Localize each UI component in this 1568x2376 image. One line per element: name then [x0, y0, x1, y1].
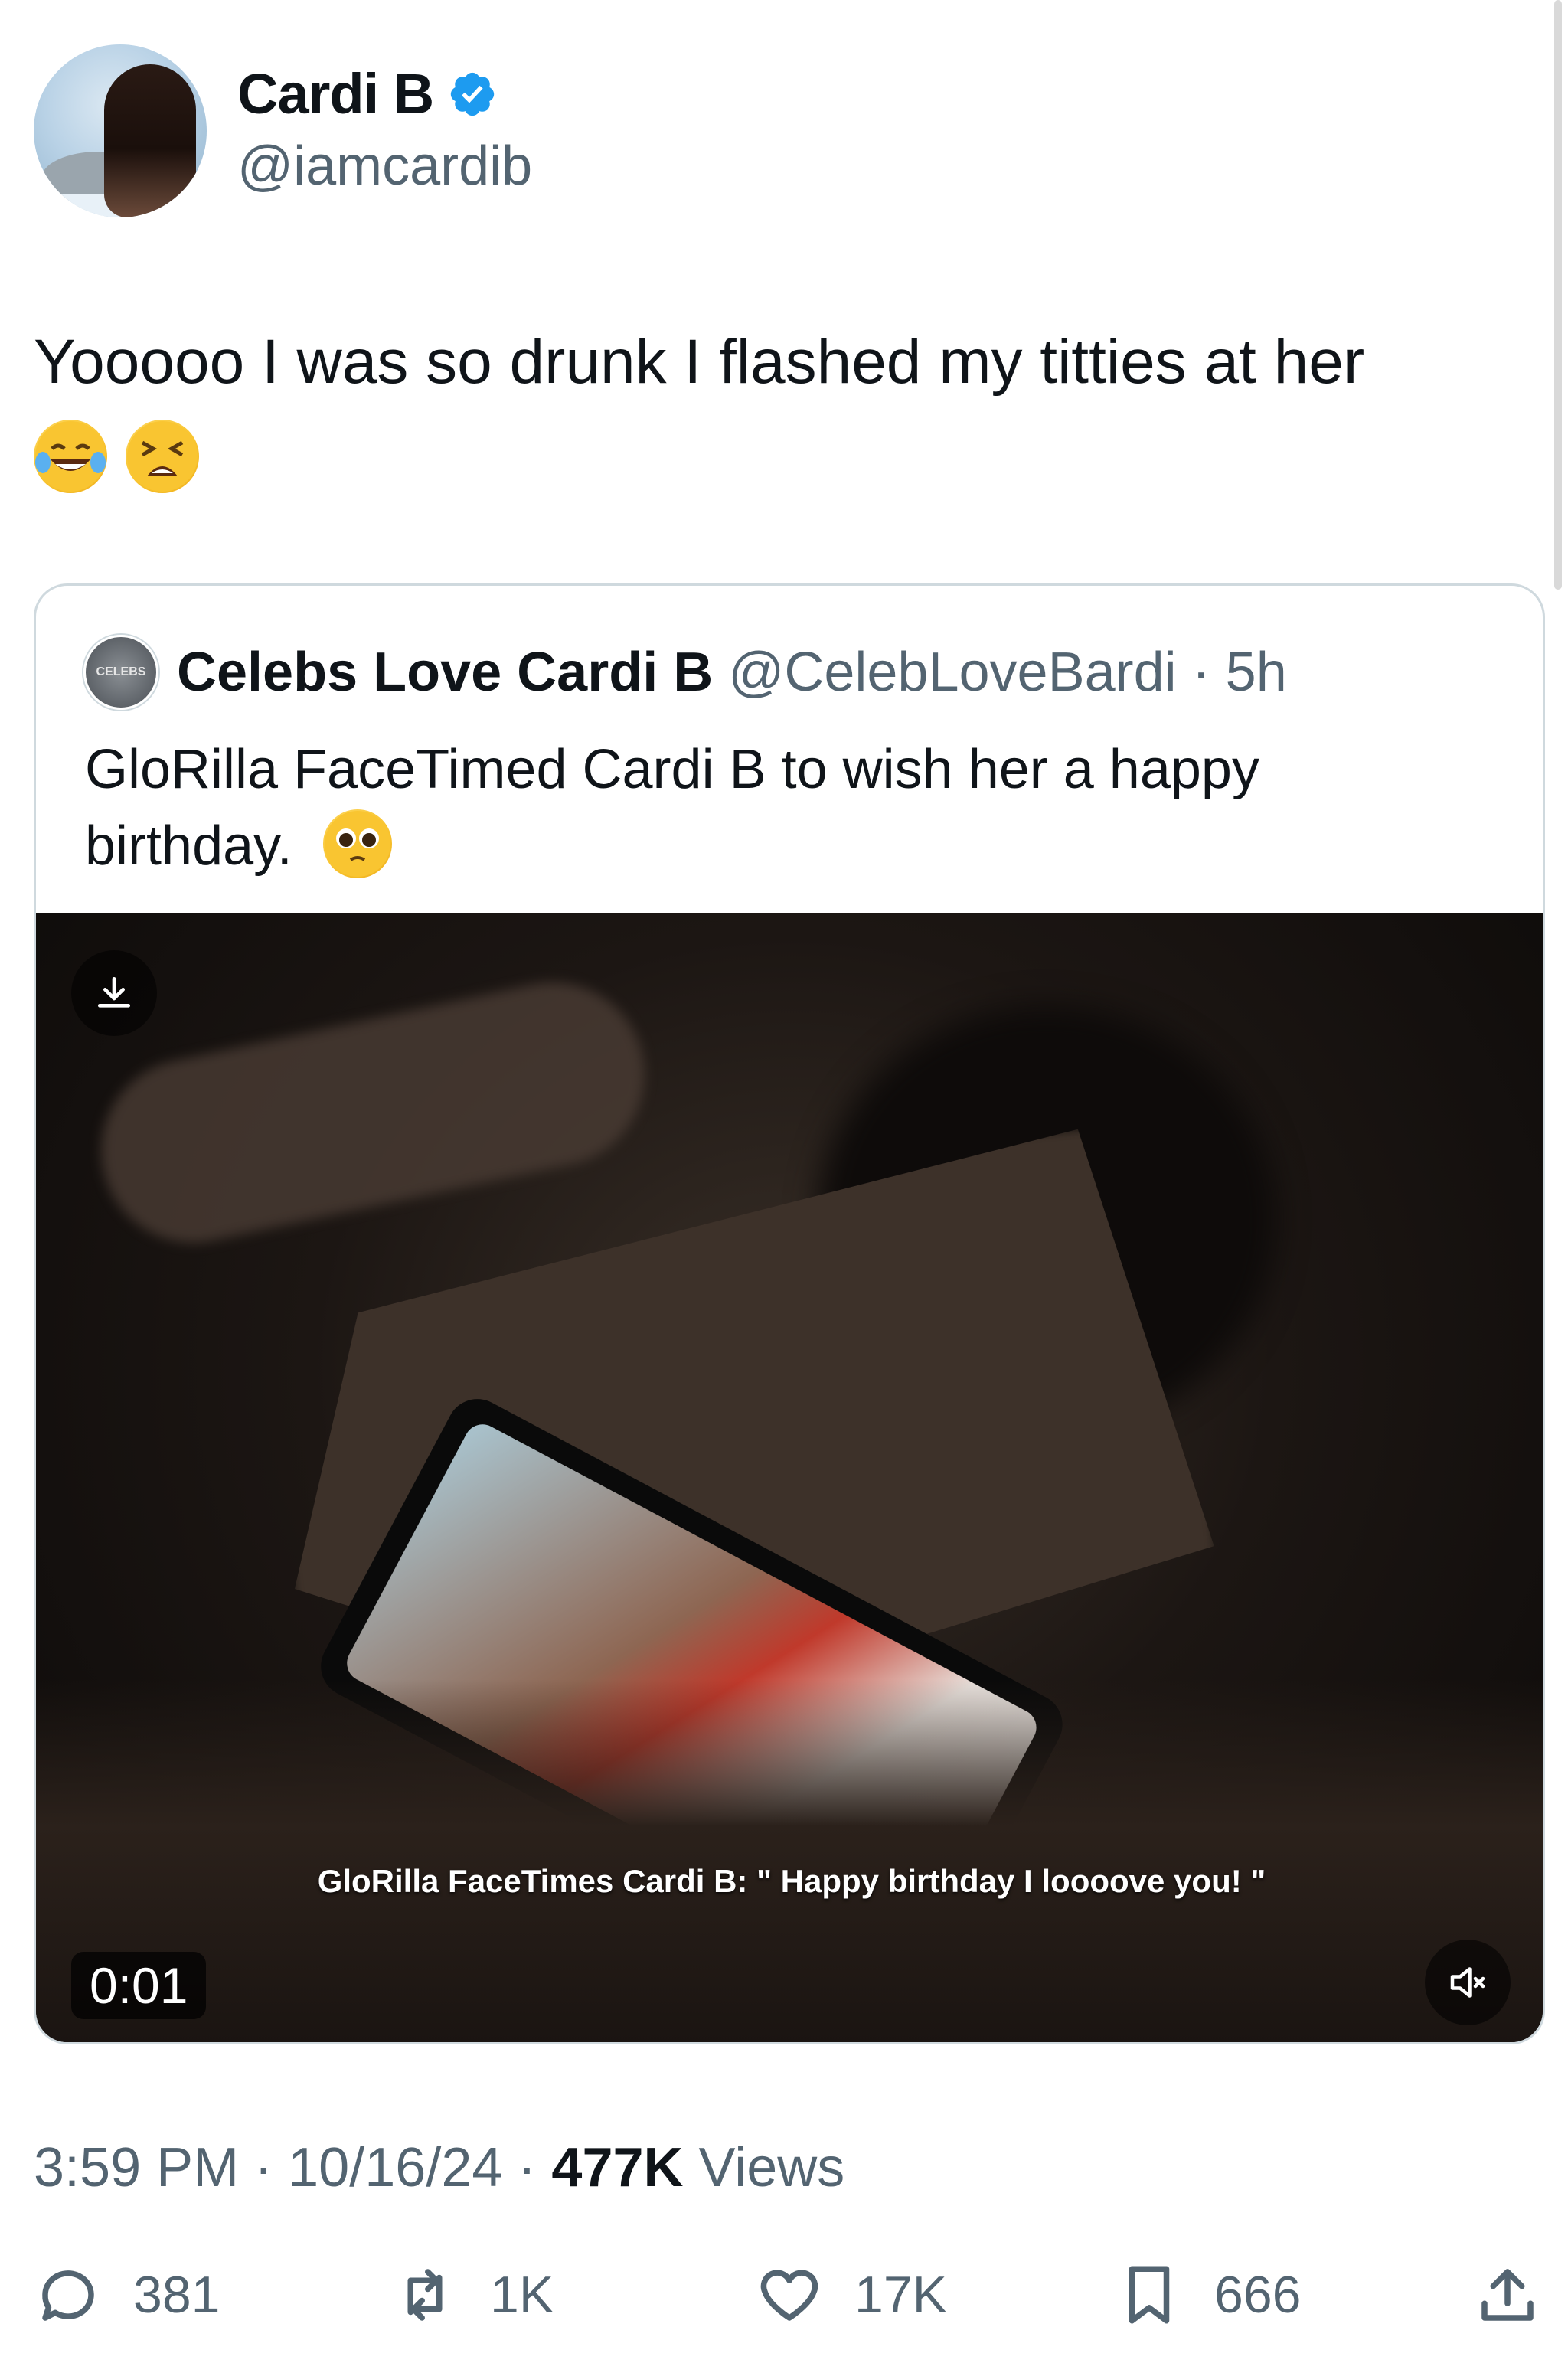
face-with-tears-of-joy-icon — [34, 420, 107, 493]
verified-badge-icon — [450, 72, 495, 116]
quoted-timestamp[interactable]: 5h — [1226, 642, 1287, 703]
heart-icon — [760, 2270, 818, 2321]
quoted-author-handle[interactable]: @CelebLoveBardi — [728, 642, 1176, 703]
share-button[interactable] — [1473, 2260, 1542, 2329]
tweet-meta: 3:59 PM · 10/16/24 · 477K Views — [34, 2136, 844, 2199]
quoted-dot-separator: · — [1191, 642, 1210, 703]
quoted-text: GloRilla FaceTimed Cardi B to wish her a… — [85, 739, 1259, 877]
avatar-figure — [104, 64, 196, 217]
tweet-emoji-row — [34, 420, 199, 493]
tweet-time[interactable]: 3:59 PM — [34, 2137, 239, 2198]
like-button[interactable]: 17K — [755, 2260, 947, 2329]
bookmark-button[interactable]: 666 — [1115, 2260, 1301, 2329]
speaker-muted-icon — [1450, 1967, 1485, 1998]
views-count: 477K — [551, 2137, 684, 2198]
reply-button[interactable]: 381 — [34, 2260, 220, 2329]
tweet-date[interactable]: 10/16/24 — [288, 2137, 502, 2198]
reply-count: 381 — [133, 2266, 220, 2324]
repost-icon — [407, 2269, 443, 2321]
pleading-face-icon — [322, 809, 392, 878]
download-button[interactable] — [71, 950, 157, 1036]
video-blur-shape — [83, 965, 662, 1260]
bookmark-count: 666 — [1214, 2266, 1302, 2324]
download-icon — [98, 977, 131, 1008]
author-handle[interactable]: @iamcardib — [237, 135, 532, 198]
quoted-tweet-card[interactable]: CELEBS Celebs Love Cardi B @CelebLoveBar… — [34, 583, 1545, 2044]
tweet-text: Yooooo I was so drunk I flashed my titti… — [34, 327, 1365, 397]
repost-count: 1K — [490, 2266, 554, 2324]
author-avatar[interactable] — [34, 44, 207, 217]
bookmark-icon — [1129, 2266, 1170, 2324]
quoted-author-name[interactable]: Celebs Love Cardi B — [177, 642, 713, 703]
quoted-header: Celebs Love Cardi B @CelebLoveBardi · 5h — [177, 641, 1287, 704]
meta-separator: · — [254, 2137, 289, 2198]
like-count: 17K — [854, 2266, 947, 2324]
video-timer: 0:01 — [71, 1952, 207, 2019]
tweet-detail-page: Cardi B @iamcardib Yooooo I was so drunk… — [0, 0, 1568, 2376]
quoted-avatar[interactable]: CELEBS — [83, 635, 158, 710]
video-player[interactable]: GloRilla FaceTimes Cardi B: " Happy birt… — [36, 913, 1543, 2042]
meta-separator: · — [518, 2137, 552, 2198]
repost-button[interactable]: 1K — [390, 2260, 554, 2329]
quoted-avatar-text: CELEBS — [96, 665, 146, 678]
video-caption: GloRilla FaceTimes Cardi B: " Happy birt… — [317, 1863, 1266, 1899]
author-name[interactable]: Cardi B — [237, 61, 434, 126]
share-icon — [1481, 2269, 1534, 2321]
action-bar: 381 1K 17K 666 — [0, 2260, 1568, 2337]
author-name-row[interactable]: Cardi B — [237, 61, 498, 126]
mute-button[interactable] — [1425, 1940, 1511, 2025]
scrollbar[interactable] — [1554, 0, 1562, 590]
views-label: Views — [698, 2137, 845, 2198]
video-foreground — [36, 1679, 1543, 2042]
reply-icon — [42, 2270, 94, 2321]
quoted-text-block: GloRilla FaceTimed Cardi B to wish her a… — [85, 731, 1463, 884]
tired-face-icon — [126, 420, 199, 493]
